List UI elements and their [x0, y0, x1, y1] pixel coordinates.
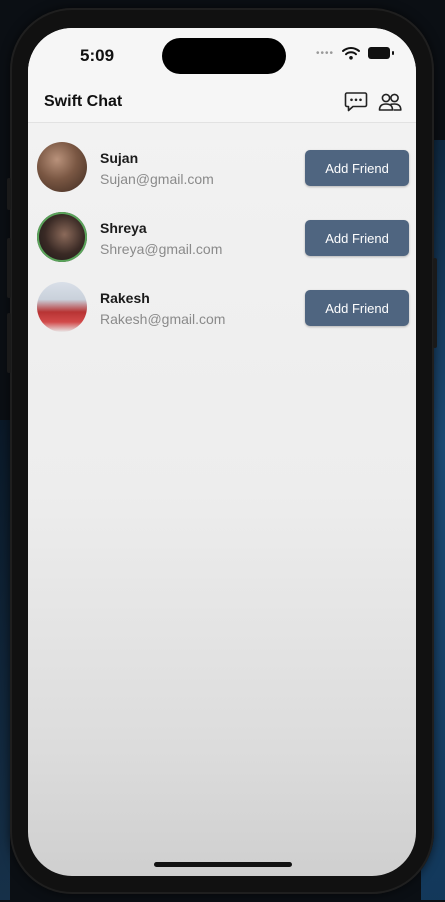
user-name: Sujan — [100, 150, 139, 166]
add-friend-button[interactable]: Add Friend — [305, 150, 409, 186]
app-screen: 5:09 •••• Swift Chat Sujan Sujan@gmail.c… — [28, 28, 416, 876]
chat-bubble-icon[interactable] — [344, 91, 368, 113]
add-friend-button[interactable]: Add Friend — [305, 220, 409, 256]
volume-up-button — [7, 238, 11, 298]
user-list: Sujan Sujan@gmail.com Add Friend Shreya … — [28, 138, 416, 348]
home-indicator[interactable] — [154, 862, 292, 867]
power-button — [433, 258, 437, 348]
background-glow-left — [0, 420, 10, 900]
signal-dots-icon: •••• — [315, 47, 334, 59]
add-friend-button[interactable]: Add Friend — [305, 290, 409, 326]
user-email: Sujan@gmail.com — [100, 171, 214, 187]
avatar — [37, 282, 87, 332]
status-bar: 5:09 •••• — [28, 28, 416, 88]
user-row: Rakesh Rakesh@gmail.com Add Friend — [28, 278, 416, 348]
status-icons: •••• — [316, 46, 394, 60]
silent-switch — [7, 178, 11, 210]
volume-down-button — [7, 313, 11, 373]
dynamic-island — [162, 38, 286, 74]
user-row: Shreya Shreya@gmail.com Add Friend — [28, 208, 416, 278]
user-name: Shreya — [100, 220, 147, 236]
user-email: Shreya@gmail.com — [100, 241, 223, 257]
status-time: 5:09 — [80, 46, 115, 65]
people-icon[interactable] — [378, 91, 402, 113]
user-email: Rakesh@gmail.com — [100, 311, 226, 327]
app-title: Swift Chat — [44, 93, 123, 110]
avatar — [37, 212, 87, 262]
user-name: Rakesh — [100, 290, 150, 306]
wifi-icon — [342, 47, 360, 60]
nav-actions — [344, 91, 402, 113]
user-row: Sujan Sujan@gmail.com Add Friend — [28, 138, 416, 208]
navigation-bar: Swift Chat — [28, 88, 416, 123]
battery-icon — [368, 47, 394, 59]
avatar — [37, 142, 87, 192]
